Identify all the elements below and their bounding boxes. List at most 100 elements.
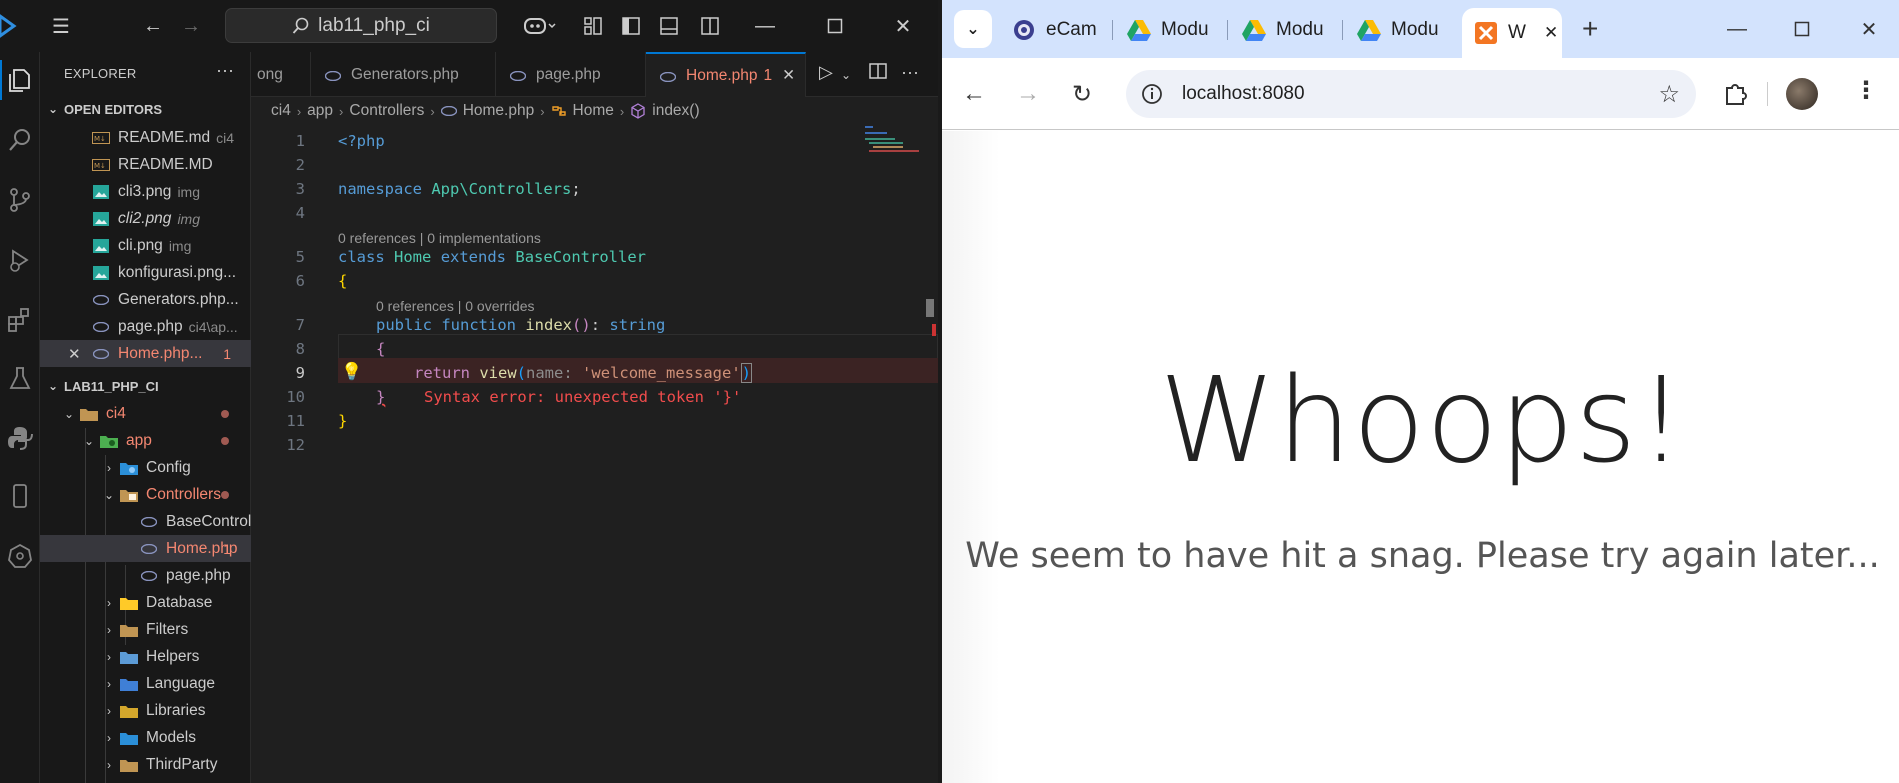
project-section[interactable]: ⌄ LAB11_PHP_CI (40, 373, 251, 399)
chrome-window: ⌄ eCam Modu Modu Modu W ✕ + — ✕ ← → ↻ lo… (938, 0, 1899, 783)
url-text: localhost:8080 (1182, 83, 1305, 104)
tree-folder-helpers[interactable]: › Helpers (40, 643, 251, 670)
close-window-icon[interactable]: ✕ (1854, 14, 1884, 44)
minimize-icon[interactable]: — (1722, 14, 1752, 44)
svg-text:M↓: M↓ (94, 135, 106, 143)
editor-scrollbar[interactable] (922, 124, 936, 783)
tree-file-home[interactable]: Home.php 1 (40, 535, 251, 562)
tree-folder-models[interactable]: › Models (40, 724, 251, 751)
menu-icon[interactable]: ☰ (48, 14, 74, 38)
python-icon[interactable] (0, 418, 40, 458)
bookmark-star-icon[interactable]: ☆ (1658, 80, 1680, 109)
lightbulb-icon[interactable]: 💡 (341, 362, 362, 382)
close-editor-icon[interactable]: ✕ (68, 345, 86, 363)
tree-folder-libraries[interactable]: › Libraries (40, 697, 251, 724)
site-info-icon[interactable] (1140, 82, 1164, 106)
tree-folder-filters[interactable]: › Filters (40, 616, 251, 643)
command-center-search[interactable]: lab11_php_ci (225, 8, 497, 43)
open-editor-item[interactable]: konfigurasi.png... (40, 259, 251, 286)
markdown-icon: M↓ (92, 157, 110, 173)
close-tab-icon[interactable]: ✕ (782, 66, 795, 85)
scrollbar-thumb[interactable] (926, 299, 934, 317)
minimize-icon[interactable]: — (750, 12, 780, 40)
chevron-down-icon[interactable]: ⌄ (841, 68, 851, 82)
back-arrow-icon[interactable]: ← (140, 14, 166, 38)
tree-folder-controllers[interactable]: ⌄ Controllers (40, 481, 251, 508)
browser-tab[interactable]: Modu (1127, 14, 1217, 46)
browser-tab-label: Modu (1276, 19, 1324, 40)
run-icon[interactable]: ▷ (819, 62, 833, 83)
explorer-icon[interactable] (0, 60, 40, 100)
address-bar[interactable]: localhost:8080 ☆ (1126, 70, 1696, 118)
editor-tab[interactable]: Generators.php (311, 52, 496, 97)
forward-arrow-icon[interactable]: → (178, 14, 204, 38)
open-editor-item-active[interactable]: ✕ Home.php... 1 (40, 340, 251, 367)
open-editors-section[interactable]: ⌄ OPEN EDITORS (40, 96, 251, 122)
forward-arrow-icon[interactable]: → (1010, 76, 1046, 112)
error-message: We seem to have hit a snag. Please try a… (965, 536, 1880, 576)
tree-file-page[interactable]: page.php (40, 562, 251, 589)
markdown-icon: M↓ (92, 130, 110, 146)
browser-tab[interactable]: Modu (1242, 14, 1332, 46)
close-window-icon[interactable]: ✕ (888, 12, 918, 40)
tree-folder-thirdparty[interactable]: › ThirdParty (40, 751, 251, 778)
open-editor-item[interactable]: Generators.php... (40, 286, 251, 313)
tab-search-button[interactable]: ⌄ (954, 10, 992, 48)
tree-folder-ci4[interactable]: ⌄ ci4 (40, 400, 251, 427)
close-tab-icon[interactable]: ✕ (1544, 23, 1558, 43)
extensions-puzzle-icon[interactable] (1722, 80, 1750, 108)
breadcrumb-item[interactable]: app (307, 102, 333, 120)
browser-tab-active[interactable]: W ✕ (1462, 8, 1562, 58)
source-control-icon[interactable] (0, 180, 40, 220)
new-tab-icon[interactable]: + (1582, 14, 1598, 44)
maximize-icon[interactable] (1787, 14, 1817, 44)
open-editor-item[interactable]: page.php ci4\ap... (40, 313, 251, 340)
editor-tab[interactable]: ong (251, 52, 311, 97)
open-editor-item[interactable]: cli2.png img (40, 205, 251, 232)
extensions-icon[interactable] (0, 300, 40, 340)
open-editor-item[interactable]: M↓ README.MD (40, 151, 251, 178)
run-debug-icon[interactable] (0, 240, 40, 280)
breadcrumb-item[interactable]: Home (573, 102, 614, 120)
browser-tab[interactable]: eCam (1012, 14, 1102, 46)
code-line: class Home extends BaseController (338, 248, 646, 266)
toggle-panel-icon[interactable] (656, 14, 682, 38)
models-folder-icon (120, 730, 138, 746)
more-menu-icon[interactable]: ⋮ (1854, 76, 1878, 105)
tree-folder-app[interactable]: ⌄ app (40, 427, 251, 454)
minimap[interactable] (863, 124, 927, 184)
editor-tab[interactable]: page.php (496, 52, 646, 97)
browser-tab[interactable]: Modu (1357, 14, 1447, 46)
kubernetes-icon[interactable] (0, 536, 40, 576)
split-editor-icon[interactable] (869, 62, 887, 85)
copilot-icon[interactable] (520, 14, 560, 38)
code-namespace: App\Controllers (431, 180, 572, 198)
tree-file-basecontroller[interactable]: BaseControlle... (40, 508, 251, 535)
breadcrumb-item[interactable]: ci4 (271, 102, 291, 120)
open-editor-item[interactable]: cli3.png img (40, 178, 251, 205)
tree-folder-language[interactable]: › Language (40, 670, 251, 697)
tree-folder-database[interactable]: › Database (40, 589, 251, 616)
more-actions-icon[interactable]: ··· (216, 60, 234, 81)
tree-folder-config[interactable]: › Config (40, 454, 251, 481)
maximize-icon[interactable] (820, 12, 850, 40)
codelens-references[interactable]: 0 references | 0 implementations (338, 230, 541, 246)
toggle-primary-sidebar-icon[interactable] (618, 14, 644, 38)
profile-avatar[interactable] (1786, 78, 1818, 110)
codelens-references[interactable]: 0 references | 0 overrides (376, 298, 535, 314)
more-actions-icon[interactable]: ··· (901, 62, 919, 83)
customize-layout-icon[interactable] (580, 14, 606, 38)
toggle-secondary-sidebar-icon[interactable] (697, 14, 723, 38)
breadcrumb-item[interactable]: Home.php (463, 102, 535, 120)
testing-flask-icon[interactable] (0, 358, 40, 398)
open-editor-item[interactable]: cli.png img (40, 232, 251, 259)
breadcrumb-item[interactable]: Controllers (349, 102, 424, 120)
open-editor-item[interactable]: M↓ README.md ci4 (40, 124, 251, 151)
breadcrumb-item[interactable]: index() (652, 102, 699, 120)
back-arrow-icon[interactable]: ← (956, 76, 992, 112)
chevron-right-icon: › (107, 460, 111, 475)
reload-icon[interactable]: ↻ (1064, 76, 1100, 112)
remote-device-icon[interactable] (0, 476, 40, 516)
search-sidebar-icon[interactable] (0, 120, 40, 160)
editor-tab-active[interactable]: Home.php 1 ✕ (646, 52, 806, 97)
